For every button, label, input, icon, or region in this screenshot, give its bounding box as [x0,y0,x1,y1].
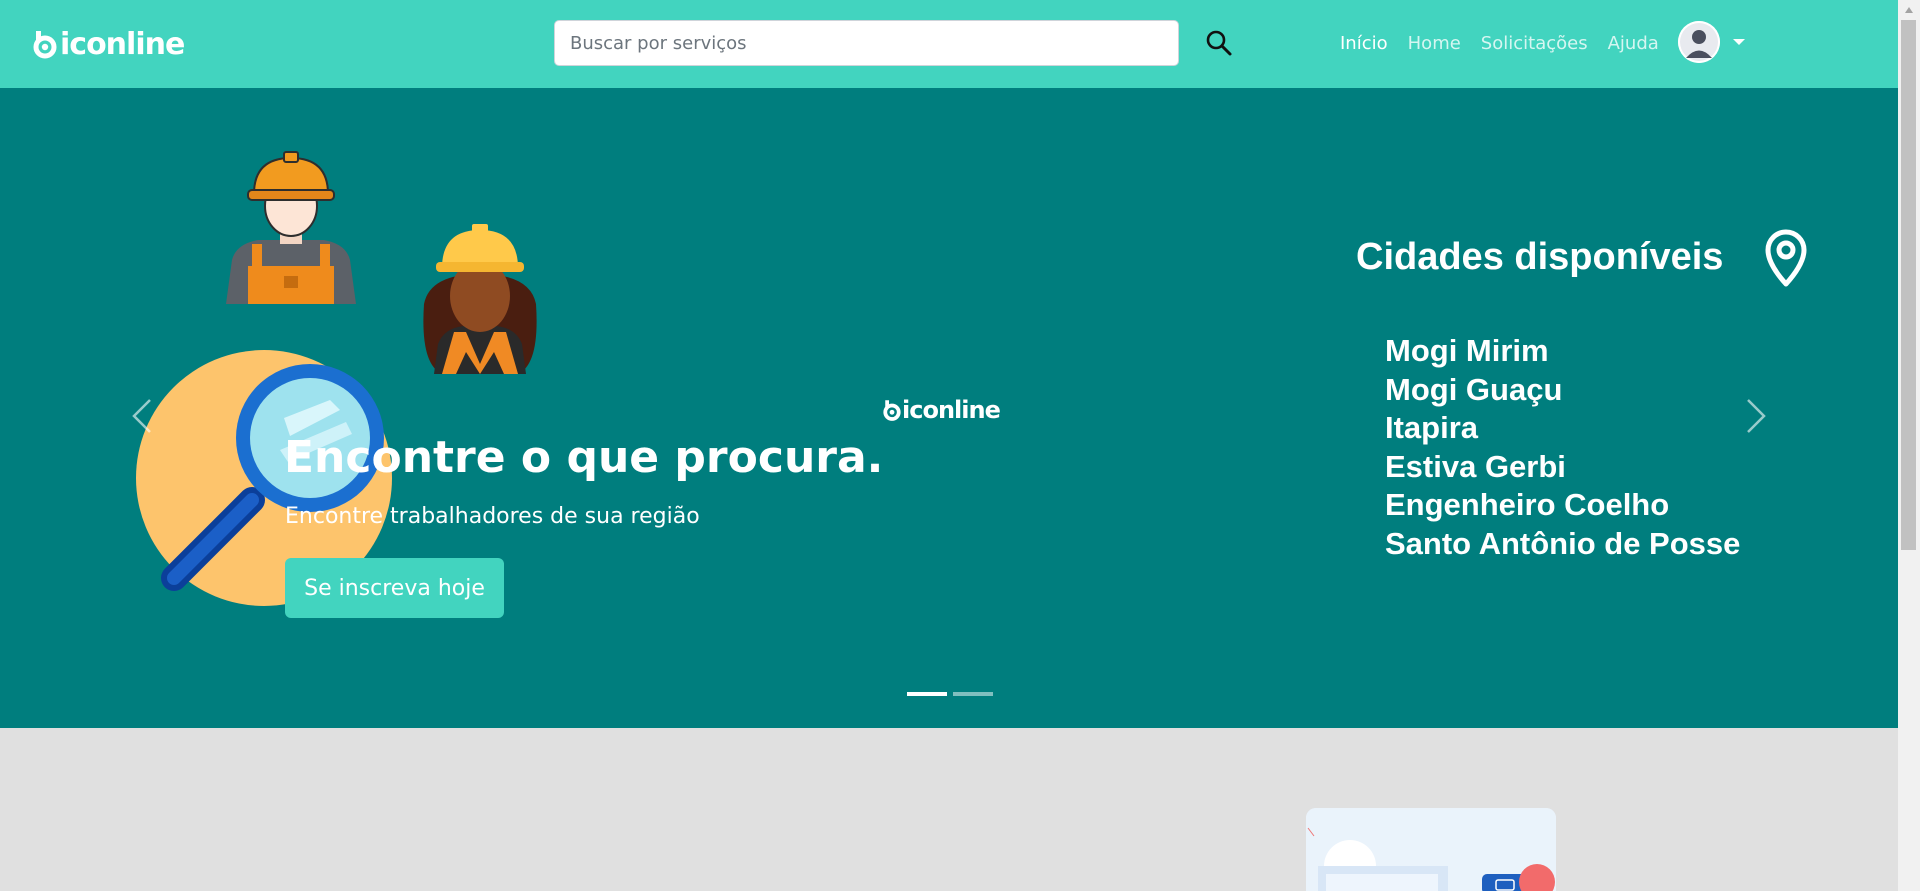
city-item: Estiva Gerbi [1385,448,1566,484]
center-logo: iconline [882,396,1001,424]
page-scrollbar[interactable] [1898,0,1920,891]
city-item: Itapira [1385,410,1479,445]
cities-list: Mogi Mirim Mogi Guaçu Itapira Estiva Ger… [1385,332,1740,563]
search-input[interactable] [554,20,1179,66]
logo-mark-icon [33,31,57,59]
user-avatar[interactable] [1678,21,1720,63]
carousel-indicator-1[interactable] [907,692,947,696]
scrollbar-thumb[interactable] [1901,20,1916,550]
signup-button[interactable]: Se inscreva hoje [285,558,504,618]
city-item: Engenheiro Coelho [1385,487,1670,522]
navbar: iconline Início Home Solicitações Ajuda [0,0,1898,88]
logo-mark-icon [883,400,901,421]
worker-illustration [423,224,537,374]
features-section [0,728,1898,891]
nav-link-home[interactable]: Home [1408,33,1461,54]
hero-carousel: Encontre o que procura. Encontre trabalh… [0,88,1898,728]
center-logo-text: iconline [902,396,1001,424]
chevron-right-icon[interactable] [1738,386,1774,446]
nav-link-inicio[interactable]: Início [1340,33,1388,54]
city-item: Mogi Mirim [1385,333,1549,368]
cities-title: Cidades disponíveis [1356,236,1724,278]
carousel-indicators [907,692,999,696]
brand-logo[interactable]: iconline [32,24,185,64]
city-item: Santo Antônio de Posse [1385,525,1741,561]
scroll-up-arrow-icon[interactable] [1904,6,1914,14]
nav-link-ajuda[interactable]: Ajuda [1608,33,1659,54]
feature-illustration [1306,808,1556,891]
map-pin-icon [1765,229,1807,287]
main-nav: Início Home Solicitações Ajuda [1340,28,1679,58]
chevron-left-icon[interactable] [124,386,160,446]
feature-card-illustration [1306,808,1556,891]
user-avatar-icon [1678,21,1720,63]
nav-link-solicitacoes[interactable]: Solicitações [1481,33,1588,54]
city-item: Mogi Guaçu [1385,371,1563,407]
search-icon[interactable] [1202,26,1236,60]
brand-name: iconline [60,26,185,62]
chevron-down-icon[interactable] [1732,37,1746,47]
worker-illustration [226,151,356,304]
hero-title: Encontre o que procura. [284,432,884,483]
hero-subtitle: Encontre trabalhadores de sua região [285,504,700,529]
carousel-indicator-2[interactable] [953,692,993,696]
